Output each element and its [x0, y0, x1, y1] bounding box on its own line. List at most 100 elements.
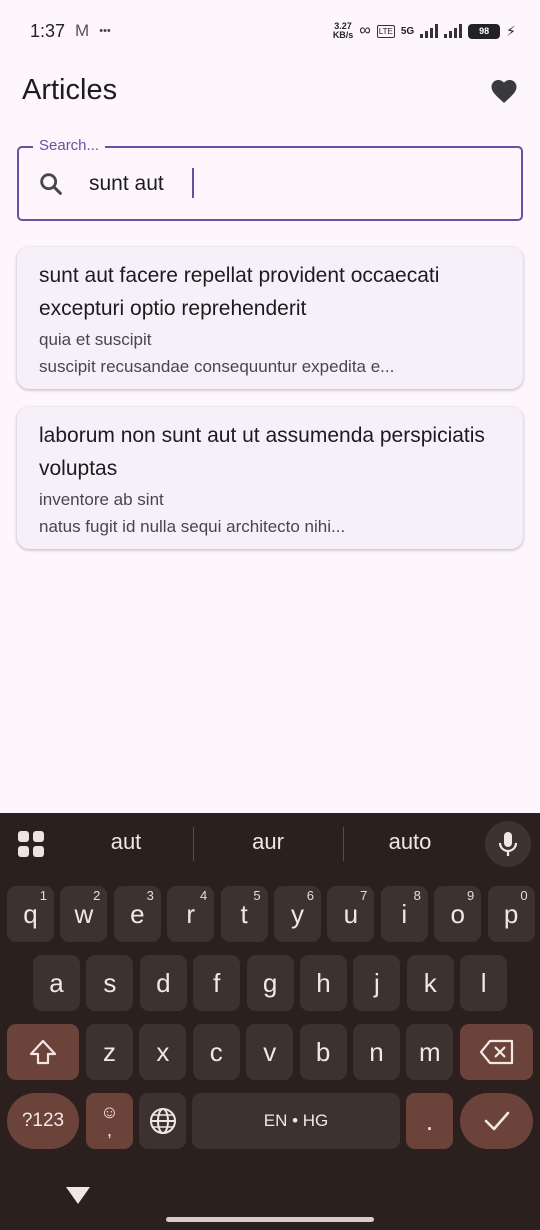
- more-notifications-icon: •••: [99, 25, 111, 37]
- suggestion-divider: [193, 827, 194, 861]
- key-hint: 5: [253, 888, 261, 903]
- key-l[interactable]: l: [460, 955, 508, 1011]
- key-label: p: [503, 898, 519, 929]
- signal-icon-2: [444, 24, 463, 38]
- microphone-icon: [498, 832, 518, 856]
- shift-key[interactable]: [7, 1024, 79, 1080]
- search-field[interactable]: Search...: [17, 137, 523, 221]
- key-d[interactable]: d: [139, 955, 187, 1011]
- key-x[interactable]: x: [139, 1024, 187, 1080]
- key-k[interactable]: k: [406, 955, 454, 1011]
- article-body: suscipit recusandae consequuntur expedit…: [39, 357, 395, 376]
- keyboard: aut aur auto ?123 ☺ , EN • HG . q 1 w 2 …: [0, 813, 540, 1230]
- symbols-key[interactable]: ?123: [7, 1093, 79, 1149]
- article-title: sunt aut facere repellat provident occae…: [39, 264, 440, 320]
- net-speed-unit: KB/s: [332, 30, 354, 40]
- charging-icon: ⚡: [506, 22, 516, 39]
- key-r[interactable]: r4: [167, 886, 215, 942]
- battery-icon: 98: [468, 23, 501, 39]
- key-hint: 8: [413, 888, 421, 903]
- key-t[interactable]: t5: [220, 886, 268, 942]
- period-key[interactable]: .: [406, 1093, 453, 1149]
- check-icon: [484, 1111, 509, 1131]
- text-caret: [192, 168, 194, 198]
- key-z[interactable]: z: [86, 1024, 133, 1080]
- article-title: laborum non sunt aut ut assumenda perspi…: [39, 424, 485, 480]
- home-gesture-bar[interactable]: [166, 1217, 374, 1222]
- key-label: e: [130, 898, 145, 929]
- key-label: w: [74, 898, 94, 929]
- keyboard-apps-icon[interactable]: [18, 831, 44, 857]
- emoji-icon: ☺: [100, 1102, 119, 1122]
- heart-icon: [491, 80, 517, 103]
- shift-icon: [29, 1039, 57, 1065]
- battery-level: 98: [479, 26, 490, 36]
- status-bar: 1:37 M ••• 3.27 KB/s ∞ LTE 5G 98 ⚡: [0, 0, 540, 62]
- key-c[interactable]: c: [192, 1024, 240, 1080]
- enter-key[interactable]: [460, 1093, 533, 1149]
- key-j[interactable]: j: [353, 955, 401, 1011]
- key-hint: 1: [39, 888, 47, 903]
- key-label: u: [343, 898, 359, 929]
- volte-icon: LTE: [376, 24, 395, 38]
- key-hint: 2: [93, 888, 101, 903]
- signal-icon: [420, 24, 439, 38]
- comma-label: ,: [106, 1120, 112, 1140]
- search-input[interactable]: [89, 171, 489, 196]
- key-hint: 9: [466, 888, 475, 903]
- language-key[interactable]: [139, 1093, 186, 1149]
- key-e[interactable]: e3: [113, 886, 161, 942]
- status-time: 1:37: [30, 20, 66, 41]
- key-label: o: [450, 898, 465, 929]
- key-p[interactable]: p0: [487, 886, 535, 942]
- article-subtitle: inventore ab sint: [39, 490, 164, 509]
- key-o[interactable]: o9: [434, 886, 482, 942]
- suggestion-1[interactable]: aut: [66, 829, 186, 855]
- article-subtitle: quia et suscipit: [39, 330, 152, 349]
- key-h[interactable]: h: [300, 955, 347, 1011]
- gmail-icon: M: [75, 21, 90, 40]
- net-speed: 3.27 KB/s: [333, 22, 354, 40]
- suggestion-bar: aut aur auto: [0, 813, 540, 875]
- key-hint: 3: [146, 888, 154, 903]
- key-label: r: [186, 898, 196, 929]
- article-card[interactable]: laborum non sunt aut ut assumenda perspi…: [17, 407, 523, 549]
- back-nav-icon[interactable]: [66, 1187, 90, 1204]
- space-bar[interactable]: EN • HG: [192, 1093, 400, 1149]
- globe-icon: [149, 1108, 176, 1134]
- key-a[interactable]: a: [33, 955, 80, 1011]
- favorites-button[interactable]: [486, 72, 522, 108]
- key-hint: 7: [360, 888, 368, 903]
- key-n[interactable]: n: [353, 1024, 400, 1080]
- key-m[interactable]: m: [406, 1024, 454, 1080]
- backspace-icon: [479, 1039, 513, 1065]
- search-label: Search...: [33, 137, 106, 154]
- key-g[interactable]: g: [246, 955, 294, 1011]
- key-hint: 6: [306, 888, 314, 903]
- key-label: q: [23, 898, 38, 929]
- page-title: Articles: [22, 73, 118, 106]
- voice-input-button[interactable]: [485, 821, 531, 867]
- key-label: t: [240, 898, 248, 929]
- key-y[interactable]: y6: [274, 886, 321, 942]
- key-hint: 4: [199, 888, 208, 903]
- key-label: y: [291, 898, 304, 929]
- suggestion-divider: [343, 827, 344, 861]
- key-v[interactable]: v: [246, 1024, 294, 1080]
- key-u[interactable]: u7: [327, 886, 375, 942]
- app-bar: Articles: [0, 62, 540, 118]
- key-i[interactable]: i8: [380, 886, 428, 942]
- key-w[interactable]: w2: [60, 886, 108, 942]
- network-type: 5G: [400, 25, 415, 37]
- suggestion-3[interactable]: auto: [350, 829, 470, 855]
- backspace-key[interactable]: [460, 1024, 533, 1080]
- key-q[interactable]: q1: [7, 886, 54, 942]
- key-f[interactable]: f: [193, 955, 241, 1011]
- key-s[interactable]: s: [86, 955, 134, 1011]
- suggestion-2[interactable]: aur: [208, 829, 328, 855]
- emoji-key[interactable]: ☺ ,: [86, 1093, 133, 1149]
- key-label: i: [401, 898, 408, 929]
- key-b[interactable]: b: [299, 1024, 347, 1080]
- link-icon: ∞: [359, 22, 371, 39]
- article-card[interactable]: sunt aut facere repellat provident occae…: [17, 247, 523, 389]
